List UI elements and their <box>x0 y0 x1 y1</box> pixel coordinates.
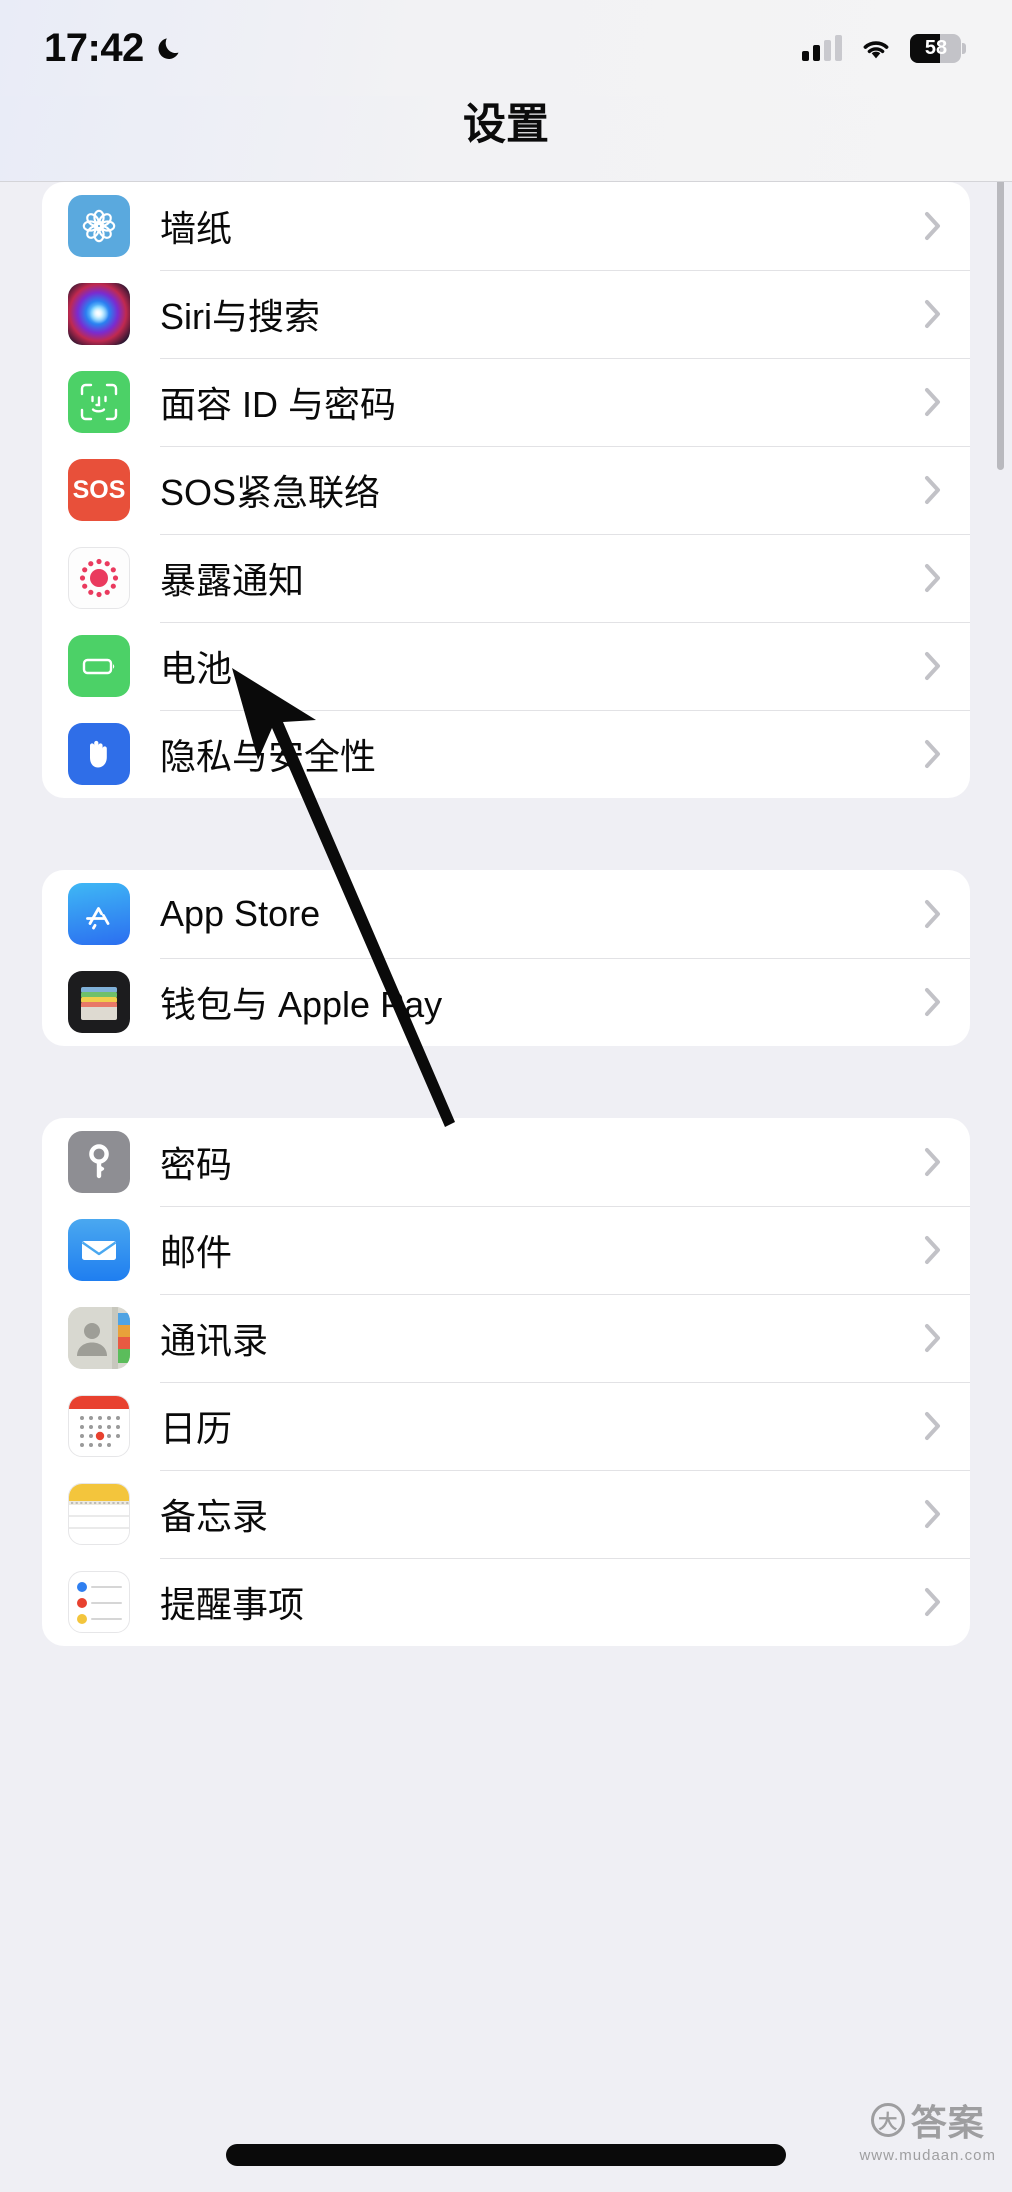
settings-row-label: 隐私与安全性 <box>160 736 377 777</box>
app-store-icon <box>68 883 130 945</box>
settings-row-label: 提醒事项 <box>160 1584 305 1625</box>
watermark-name: 答案 <box>910 2102 985 2143</box>
chevron-right-icon <box>924 475 942 505</box>
settings-row-siri-search[interactable]: Siri与搜索 <box>42 270 970 358</box>
status-bar-right: 58 <box>802 33 966 63</box>
settings-row-mail[interactable]: 邮件 <box>42 1206 970 1294</box>
settings-row-label: 电池 <box>160 648 233 689</box>
settings-group-store: App Store 钱包与 Apple Pay <box>42 870 970 1046</box>
chevron-right-icon <box>924 651 942 681</box>
settings-row-notes[interactable]: 备忘录 <box>42 1470 970 1558</box>
chevron-right-icon <box>924 987 942 1017</box>
chevron-right-icon <box>924 899 942 929</box>
status-bar: 17:42 58 <box>0 0 1012 96</box>
status-bar-clock: 17:42 <box>44 25 144 70</box>
calendar-icon <box>68 1395 130 1457</box>
watermark: 大 答案 www.mudaan.com <box>859 2094 996 2164</box>
settings-group-apps: 密码 邮件 通讯录 日历 备忘录 提醒事项 <box>42 1118 970 1646</box>
settings-row-wallet-apple-pay[interactable]: 钱包与 Apple Pay <box>42 958 970 1046</box>
crescent-moon-icon <box>156 33 186 63</box>
settings-row-app-store[interactable]: App Store <box>42 870 970 958</box>
privacy-hand-icon <box>68 723 130 785</box>
settings-row-label: 邮件 <box>160 1232 233 1273</box>
sos-icon-text: SOS <box>72 475 126 504</box>
wallpaper-icon <box>68 195 130 257</box>
settings-row-calendar[interactable]: 日历 <box>42 1382 970 1470</box>
settings-scroll-view[interactable]: 墙纸 Siri与搜索 面容 ID 与密码 SOS SOS紧急联络 暴露通知 电池… <box>0 182 1012 2192</box>
settings-row-contacts[interactable]: 通讯录 <box>42 1294 970 1382</box>
reminders-icon <box>68 1571 130 1633</box>
settings-row-label: 备忘录 <box>160 1496 269 1537</box>
contacts-icon <box>68 1307 130 1369</box>
chevron-right-icon <box>924 1147 942 1177</box>
settings-row-label: 面容 ID 与密码 <box>160 384 397 425</box>
settings-row-exposure-notifications[interactable]: 暴露通知 <box>42 534 970 622</box>
settings-row-wallpaper[interactable]: 墙纸 <box>42 182 970 270</box>
cellular-signal-icon <box>802 35 842 61</box>
wallet-icon <box>68 971 130 1033</box>
settings-row-label: SOS紧急联络 <box>160 472 381 513</box>
settings-row-label: 日历 <box>160 1408 233 1449</box>
watermark-url: www.mudaan.com <box>859 2147 996 2164</box>
page-title: 设置 <box>463 101 549 149</box>
settings-row-face-id-passcode[interactable]: 面容 ID 与密码 <box>42 358 970 446</box>
navigation-bar: 设置 <box>0 96 1012 182</box>
chevron-right-icon <box>924 739 942 769</box>
face-id-icon <box>68 371 130 433</box>
exposure-notifications-icon <box>68 547 130 609</box>
battery-settings-icon <box>68 635 130 697</box>
settings-row-label: 暴露通知 <box>160 560 305 601</box>
settings-row-reminders[interactable]: 提醒事项 <box>42 1558 970 1646</box>
notes-icon <box>68 1483 130 1545</box>
chevron-right-icon <box>924 1235 942 1265</box>
wifi-icon <box>859 35 893 61</box>
settings-row-emergency-sos[interactable]: SOS SOS紧急联络 <box>42 446 970 534</box>
chevron-right-icon <box>924 1587 942 1617</box>
chevron-right-icon <box>924 211 942 241</box>
settings-row-label: Siri与搜索 <box>160 296 320 337</box>
chevron-right-icon <box>924 1323 942 1353</box>
settings-row-label: 钱包与 Apple Pay <box>160 984 443 1025</box>
battery-percent-label: 58 <box>924 36 948 59</box>
watermark-logo-icon: 大 <box>870 2103 905 2137</box>
vertical-scrollbar[interactable] <box>997 140 1004 470</box>
chevron-right-icon <box>924 563 942 593</box>
settings-row-label: 密码 <box>160 1144 233 1185</box>
settings-row-battery[interactable]: 电池 <box>42 622 970 710</box>
settings-row-passwords[interactable]: 密码 <box>42 1118 970 1206</box>
sos-icon: SOS <box>68 459 130 521</box>
battery-icon: 58 <box>910 33 966 63</box>
settings-row-label: App Store <box>160 893 321 934</box>
chevron-right-icon <box>924 1411 942 1441</box>
chevron-right-icon <box>924 1499 942 1529</box>
chevron-right-icon <box>924 387 942 417</box>
settings-row-privacy-security[interactable]: 隐私与安全性 <box>42 710 970 798</box>
passwords-key-icon <box>68 1131 130 1193</box>
status-bar-left: 17:42 <box>44 26 186 71</box>
chevron-right-icon <box>924 299 942 329</box>
mail-icon <box>68 1219 130 1281</box>
home-indicator <box>226 2144 786 2166</box>
settings-row-label: 通讯录 <box>160 1320 269 1361</box>
siri-icon <box>68 283 130 345</box>
settings-group-system: 墙纸 Siri与搜索 面容 ID 与密码 SOS SOS紧急联络 暴露通知 电池… <box>42 182 970 798</box>
settings-row-label: 墙纸 <box>160 208 233 249</box>
